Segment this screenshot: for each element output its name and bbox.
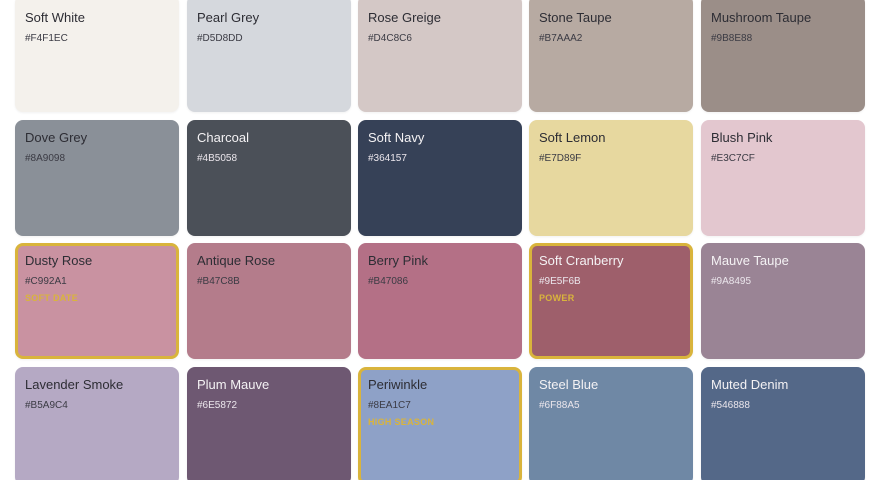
swatch-card-lavender-smoke[interactable]: Lavender Smoke #B5A9C4 [15, 367, 179, 480]
swatch-hex-code: #364157 [368, 153, 407, 164]
swatch-name: Berry Pink [368, 253, 428, 268]
swatch-name: Mushroom Taupe [711, 10, 812, 25]
swatch-card-plum-mauve[interactable]: Plum Mauve #6E5872 [187, 367, 351, 480]
swatch-hex-code: #546888 [711, 400, 750, 411]
swatch-hex-code: #D4C8C6 [368, 33, 412, 44]
swatch-hex-code: #E7D89F [539, 153, 582, 164]
swatch-card-dusty-rose[interactable]: Dusty Rose #C992A1 SOFT DATE [15, 243, 179, 359]
swatch-tag-badge: POWER [539, 293, 575, 303]
swatch-name: Lavender Smoke [25, 377, 124, 392]
swatch-hex-code: #9E5F6B [539, 276, 581, 287]
swatch-hex-code: #B47086 [368, 276, 409, 287]
swatch-name: Soft Lemon [539, 130, 606, 145]
swatch-card-mauve-taupe[interactable]: Mauve Taupe #9A8495 [701, 243, 865, 359]
swatch-hex-code: #8EA1C7 [368, 400, 411, 411]
swatch-hex-code: #9B8E88 [711, 33, 753, 44]
swatch-name: Charcoal [197, 130, 250, 145]
swatch-name: Rose Greige [368, 10, 441, 25]
swatch-name: Dove Grey [25, 130, 88, 145]
swatch-card-soft-cranberry[interactable]: Soft Cranberry #9E5F6B POWER [529, 243, 693, 359]
swatch-hex-code: #8A9098 [25, 153, 66, 164]
swatch-name: Plum Mauve [197, 377, 270, 392]
swatch-card-blush-pink[interactable]: Blush Pink #E3C7CF [701, 120, 865, 236]
swatch-name: Soft Navy [368, 130, 425, 145]
swatch-hex-code: #6E5872 [197, 400, 238, 411]
swatch-card-charcoal[interactable]: Charcoal #4B5058 [187, 120, 351, 236]
swatch-name: Periwinkle [368, 377, 428, 392]
swatch-hex-code: #6F88A5 [539, 400, 580, 411]
swatch-name: Dusty Rose [25, 253, 93, 268]
swatch-name: Soft White [25, 10, 85, 25]
swatch-hex-code: #4B5058 [197, 153, 238, 164]
swatch-card-soft-white[interactable]: Soft White #F4F1EC [15, 0, 179, 112]
swatch-card-dove-grey[interactable]: Dove Grey #8A9098 [15, 120, 179, 236]
swatch-card-soft-navy[interactable]: Soft Navy #364157 [358, 120, 522, 236]
swatch-name: Mauve Taupe [711, 253, 789, 268]
swatch-card-muted-denim[interactable]: Muted Denim #546888 [701, 367, 865, 480]
swatch-hex-code: #C992A1 [25, 276, 67, 287]
swatch-card-pearl-grey[interactable]: Pearl Grey #D5D8DD [187, 0, 351, 112]
swatch-hex-code: #B7AAA2 [539, 33, 583, 44]
swatch-card-periwinkle[interactable]: Periwinkle #8EA1C7 HIGH SEASON [358, 367, 522, 480]
swatch-name: Steel Blue [539, 377, 599, 392]
swatch-card-soft-lemon[interactable]: Soft Lemon #E7D89F [529, 120, 693, 236]
swatch-hex-code: #9A8495 [711, 276, 752, 287]
swatch-card-stone-taupe[interactable]: Stone Taupe #B7AAA2 [529, 0, 693, 112]
swatch-name: Pearl Grey [197, 10, 260, 25]
swatch-hex-code: #E3C7CF [711, 153, 755, 164]
swatch-hex-code: #F4F1EC [25, 33, 68, 44]
swatch-name: Soft Cranberry [539, 253, 624, 268]
swatch-name: Muted Denim [711, 377, 789, 392]
swatch-tag-badge: HIGH SEASON [368, 417, 435, 427]
swatch-card-mushroom-taupe[interactable]: Mushroom Taupe #9B8E88 [701, 0, 865, 112]
color-swatch-grid: Soft White #F4F1EC Pearl Grey #D5D8DD Rose G… [0, 0, 880, 480]
swatch-card-berry-pink[interactable]: Berry Pink #B47086 [358, 243, 522, 359]
swatch-hex-code: #B5A9C4 [25, 400, 68, 411]
swatch-name: Blush Pink [711, 130, 773, 145]
swatch-name: Antique Rose [197, 253, 276, 268]
swatch-card-rose-greige[interactable]: Rose Greige #D4C8C6 [358, 0, 522, 112]
swatch-card-antique-rose[interactable]: Antique Rose #B47C8B [187, 243, 351, 359]
swatch-name: Stone Taupe [539, 10, 612, 25]
swatch-tag-badge: SOFT DATE [25, 293, 79, 303]
swatch-hex-code: #D5D8DD [197, 33, 243, 44]
swatch-card-steel-blue[interactable]: Steel Blue #6F88A5 [529, 367, 693, 480]
swatch-hex-code: #B47C8B [197, 276, 240, 287]
